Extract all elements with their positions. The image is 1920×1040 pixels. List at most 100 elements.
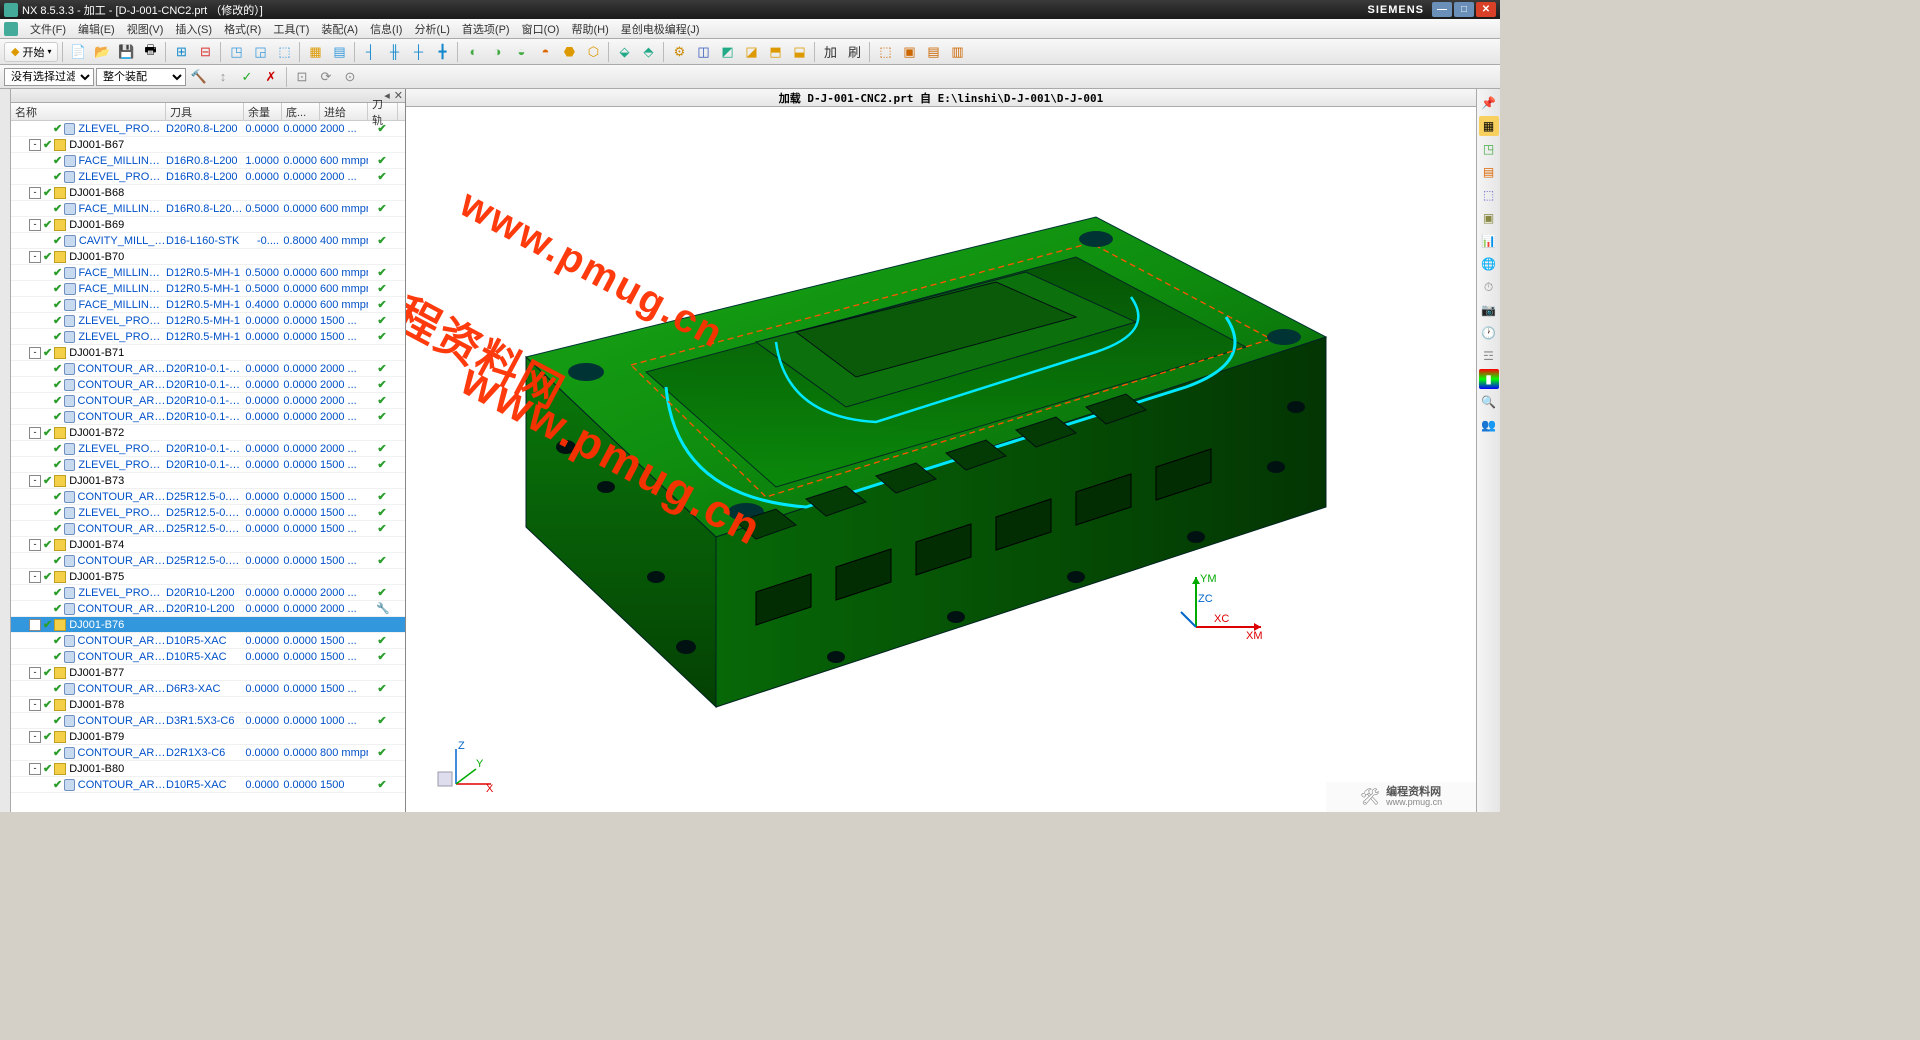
col-path[interactable]: 刀轨: [368, 103, 398, 120]
box-icon[interactable]: ▦: [304, 41, 326, 63]
col-stock[interactable]: 余量: [244, 103, 282, 120]
print-icon[interactable]: 🖶: [139, 41, 161, 63]
operation-row[interactable]: ✔CONTOUR_AREA_...D3R1.5X3-C60.00000.0000…: [11, 713, 405, 729]
menu-tools[interactable]: 工具(T): [267, 19, 315, 39]
operation-row[interactable]: ✔ZLEVEL_PROFIL...D12R0.5-MH-10.00000.000…: [11, 329, 405, 345]
rb-nav-icon[interactable]: ▦: [1479, 116, 1499, 136]
viewport-tab[interactable]: 加载 D-J-001-CNC2.prt 自 E:\linshi\D-J-001\…: [406, 89, 1476, 107]
start-button[interactable]: ◆开始▾: [4, 42, 58, 62]
tool3-icon[interactable]: ◒: [510, 41, 532, 63]
expander-icon[interactable]: -: [29, 427, 41, 439]
out2-icon[interactable]: ▣: [898, 41, 920, 63]
menu-file[interactable]: 文件(F): [24, 19, 72, 39]
expander-icon[interactable]: -: [29, 763, 41, 775]
rb-cam-icon[interactable]: 📷: [1479, 300, 1499, 320]
dim3-icon[interactable]: ┼: [407, 41, 429, 63]
open-icon[interactable]: 📂: [91, 41, 113, 63]
mach3-icon[interactable]: ◩: [716, 41, 738, 63]
program-group[interactable]: -✔DJ001-B75: [11, 569, 405, 585]
menu-assembly[interactable]: 装配(A): [315, 19, 364, 39]
sidebar-left-gutter[interactable]: [0, 89, 11, 812]
dim4-icon[interactable]: ╋: [431, 41, 453, 63]
rb-reuse-icon[interactable]: ▣: [1479, 208, 1499, 228]
post1-icon[interactable]: 加: [819, 41, 841, 63]
col-feed[interactable]: 进给: [320, 103, 368, 120]
window-maximize[interactable]: □: [1454, 2, 1474, 17]
operation-row[interactable]: ✔CONTOUR_AREA_...D20R10-0.1-L2000.00000.…: [11, 361, 405, 377]
dim1-icon[interactable]: ┤: [359, 41, 381, 63]
expander-icon[interactable]: -: [29, 251, 41, 263]
filt3-icon[interactable]: ⊙: [339, 66, 361, 88]
operation-row[interactable]: ✔CONTOUR_AREA ...D10R5-XAC0.00000.000015…: [11, 777, 405, 793]
cube1-icon[interactable]: ◳: [225, 41, 247, 63]
expander-icon[interactable]: -: [29, 619, 41, 631]
operation-row[interactable]: ✔CONTOUR_AREA_...D25R12.5-0.1-...0.00000…: [11, 489, 405, 505]
tool2-icon[interactable]: ◑: [486, 41, 508, 63]
operation-row[interactable]: ✔FACE_MILLING_...D12R0.5-MH-10.50000.000…: [11, 265, 405, 281]
operation-row[interactable]: ✔ZLEVEL_PROFIL...D20R0.8-L2000.00000.000…: [11, 121, 405, 137]
pick3-icon[interactable]: ✗: [260, 66, 282, 88]
program-group[interactable]: -✔DJ001-B74: [11, 537, 405, 553]
operation-row[interactable]: ✔ZLEVEL_PROFIL...D20R10-0.1-L2000.00000.…: [11, 441, 405, 457]
rb-chart-icon[interactable]: 📊: [1479, 231, 1499, 251]
filt2-icon[interactable]: ⟳: [315, 66, 337, 88]
rb-part-icon[interactable]: ◳: [1479, 139, 1499, 159]
menu-view[interactable]: 视图(V): [121, 19, 170, 39]
pick2-icon[interactable]: ✓: [236, 66, 258, 88]
mach5-icon[interactable]: ⬒: [764, 41, 786, 63]
sim1-icon[interactable]: ⬙: [613, 41, 635, 63]
out3-icon[interactable]: ▤: [922, 41, 944, 63]
menu-prefs[interactable]: 首选项(P): [456, 19, 516, 39]
operation-row[interactable]: ✔CONTOUR_AREA_...D20R10-0.1-L2000.00000.…: [11, 393, 405, 409]
layer2-icon[interactable]: ⊟: [194, 41, 216, 63]
operation-row[interactable]: ✔CONTOUR_AREA_...D20R10-L2000.00000.0000…: [11, 601, 405, 617]
window-close[interactable]: ✕: [1476, 2, 1496, 17]
expander-icon[interactable]: -: [29, 219, 41, 231]
operation-row[interactable]: ✔FACE_MILLING_...D12R0.5-MH-10.50000.000…: [11, 281, 405, 297]
expander-icon[interactable]: -: [29, 347, 41, 359]
program-group[interactable]: -✔DJ001-B79: [11, 729, 405, 745]
layer-icon[interactable]: ⊞: [170, 41, 192, 63]
expander-icon[interactable]: -: [29, 187, 41, 199]
expander-icon[interactable]: -: [29, 699, 41, 711]
operation-row[interactable]: ✔ZLEVEL_PROFIL...D20R10-L2000.00000.0000…: [11, 585, 405, 601]
out1-icon[interactable]: ⬚: [874, 41, 896, 63]
tool5-icon[interactable]: ⬣: [558, 41, 580, 63]
operation-row[interactable]: ✔ZLEVEL_PROFIL...D16R0.8-L2000.00000.000…: [11, 169, 405, 185]
filt1-icon[interactable]: ⊡: [291, 66, 313, 88]
program-group[interactable]: -✔DJ001-B72: [11, 425, 405, 441]
filter-select[interactable]: 没有选择过滤器: [4, 68, 94, 86]
viewport[interactable]: XM YM XC ZC X Z Y 编程资料网 www.pmug.cn www.…: [406, 107, 1476, 812]
tool1-icon[interactable]: ◐: [462, 41, 484, 63]
rb-asm-icon[interactable]: ⬚: [1479, 185, 1499, 205]
expander-icon[interactable]: -: [29, 475, 41, 487]
menu-format[interactable]: 格式(R): [218, 19, 267, 39]
expander-icon[interactable]: -: [29, 139, 41, 151]
rb-layer-icon[interactable]: ☲: [1479, 346, 1499, 366]
mach6-icon[interactable]: ⬓: [788, 41, 810, 63]
operation-row[interactable]: ✔FACE_MILLING_...D12R0.5-MH-10.40000.000…: [11, 297, 405, 313]
operation-row[interactable]: ✔CONTOUR_AREA_...D2R1X3-C60.00000.000080…: [11, 745, 405, 761]
program-group[interactable]: -✔DJ001-B69: [11, 217, 405, 233]
dim2-icon[interactable]: ╫: [383, 41, 405, 63]
mach2-icon[interactable]: ◫: [692, 41, 714, 63]
program-group[interactable]: -✔DJ001-B71: [11, 345, 405, 361]
col-tool[interactable]: 刀具: [166, 103, 244, 120]
operation-row[interactable]: ✔ZLEVEL_PROFIL...D20R10-0.1-L2000.00000.…: [11, 457, 405, 473]
expander-icon[interactable]: -: [29, 539, 41, 551]
col-name[interactable]: 名称: [11, 103, 166, 120]
menu-help[interactable]: 帮助(H): [565, 19, 614, 39]
program-group[interactable]: -✔DJ001-B70: [11, 249, 405, 265]
program-group[interactable]: -✔DJ001-B77: [11, 665, 405, 681]
program-group[interactable]: -✔DJ001-B76: [11, 617, 405, 633]
post2-icon[interactable]: 刷: [843, 41, 865, 63]
rb-pin-icon[interactable]: 📌: [1479, 93, 1499, 113]
operation-row[interactable]: ✔CONTOUR_AREA_...D25R12.5-0.1-...0.00000…: [11, 553, 405, 569]
rb-web-icon[interactable]: 🌐: [1479, 254, 1499, 274]
out4-icon[interactable]: ▥: [946, 41, 968, 63]
cube2-icon[interactable]: ◲: [249, 41, 271, 63]
cube3-icon[interactable]: ⬚: [273, 41, 295, 63]
mach4-icon[interactable]: ◪: [740, 41, 762, 63]
window-minimize[interactable]: —: [1432, 2, 1452, 17]
expander-icon[interactable]: -: [29, 571, 41, 583]
